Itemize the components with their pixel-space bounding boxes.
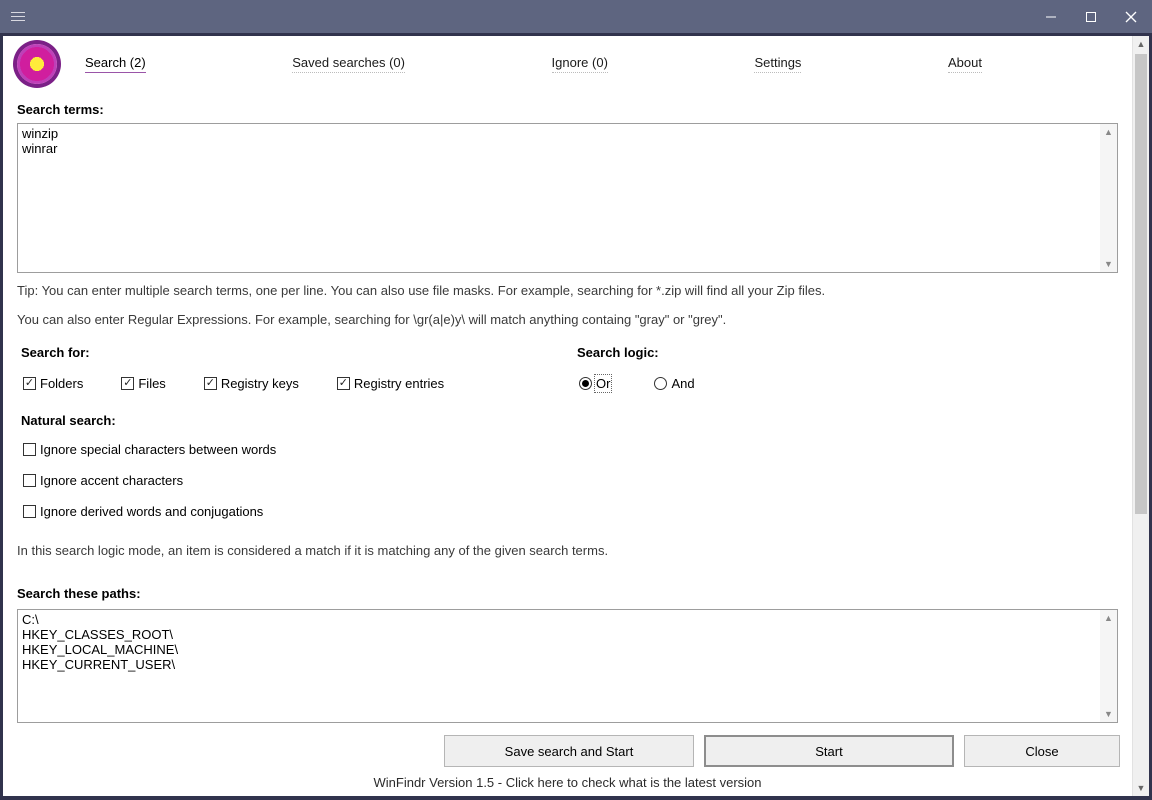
textarea-scrollbar[interactable]: ▲ ▼ [1100,124,1117,272]
title-bar [0,0,1152,33]
search-terms-value: winzip winrar [22,126,58,156]
scroll-down-icon: ▼ [1100,706,1117,722]
tab-about[interactable]: About [948,55,982,73]
checkbox-label: Ignore special characters between words [40,442,276,457]
checkbox-registry-keys[interactable]: Registry keys [204,376,299,391]
scroll-up-icon: ▲ [1133,36,1149,52]
search-terms-label: Search terms: [17,102,1118,117]
scrollbar-thumb[interactable] [1135,54,1147,514]
search-paths-label: Search these paths: [17,586,1118,601]
search-paths-input[interactable]: C:\ HKEY_CLASSES_ROOT\ HKEY_LOCAL_MACHIN… [17,609,1118,723]
natural-search-label: Natural search: [21,413,1118,428]
scroll-down-icon: ▼ [1100,256,1117,272]
app-logo [17,44,57,84]
scroll-up-icon: ▲ [1100,124,1117,140]
search-paths-wrap: C:\ HKEY_CLASSES_ROOT\ HKEY_LOCAL_MACHIN… [17,609,1118,723]
window-controls [1033,2,1149,32]
checkbox-icon [204,377,217,390]
search-logic-label: Search logic: [573,345,1118,360]
tab-saved-searches[interactable]: Saved searches (0) [292,55,405,73]
hamburger-icon [11,12,25,21]
checkbox-icon [23,377,36,390]
logic-note: In this search logic mode, an item is co… [17,543,1118,558]
footer-buttons: Save search and Start Start Close [3,728,1132,771]
tab-bar: Search (2) Saved searches (0) Ignore (0)… [85,55,982,73]
close-window-button[interactable] [1113,2,1149,32]
page-scrollbar[interactable]: ▲ ▼ [1132,36,1149,796]
menu-button[interactable] [3,2,33,32]
checkbox-ignore-accent[interactable]: Ignore accent characters [23,473,1118,488]
checkbox-files[interactable]: Files [121,376,165,391]
search-paths-value: C:\ HKEY_CLASSES_ROOT\ HKEY_LOCAL_MACHIN… [22,612,178,672]
checkbox-label: Files [138,376,165,391]
close-button[interactable]: Close [964,735,1120,767]
checkbox-label: Registry keys [221,376,299,391]
radio-icon [654,377,667,390]
checkbox-label: Ignore derived words and conjugations [40,504,263,519]
search-terms-input[interactable]: winzip winrar ▲ ▼ [17,123,1118,273]
radio-label: Or [596,376,610,391]
radio-icon [579,377,592,390]
checkbox-icon [337,377,350,390]
search-logic-options: Or And [573,376,1118,391]
version-link[interactable]: WinFindr Version 1.5 - Click here to che… [3,771,1132,796]
maximize-button[interactable] [1073,2,1109,32]
tab-search[interactable]: Search (2) [85,55,146,73]
scroll-down-icon: ▼ [1133,780,1149,796]
textarea-scrollbar[interactable]: ▲ ▼ [1100,610,1117,722]
scroll-up-icon: ▲ [1100,610,1117,626]
search-for-label: Search for: [17,345,573,360]
natural-search-section: Natural search: Ignore special character… [17,413,1118,519]
checkbox-label: Registry entries [354,376,444,391]
options-row: Search for: Folders Files Registry keys … [17,345,1118,391]
minimize-button[interactable] [1033,2,1069,32]
checkbox-ignore-special[interactable]: Ignore special characters between words [23,442,1118,457]
content: Search (2) Saved searches (0) Ignore (0)… [3,36,1149,796]
checkbox-icon [23,474,36,487]
checkbox-folders[interactable]: Folders [23,376,83,391]
start-button[interactable]: Start [704,735,954,767]
checkbox-label: Ignore accent characters [40,473,183,488]
checkbox-icon [121,377,134,390]
page-body: Search terms: winzip winrar ▲ ▼ Tip: You… [3,92,1132,728]
checkbox-registry-entries[interactable]: Registry entries [337,376,444,391]
header: Search (2) Saved searches (0) Ignore (0)… [3,36,1132,92]
save-search-and-start-button[interactable]: Save search and Start [444,735,694,767]
tab-settings[interactable]: Settings [754,55,801,73]
radio-and[interactable]: And [654,376,694,391]
radio-label: And [671,376,694,391]
radio-or[interactable]: Or [579,376,610,391]
search-terms-wrap: winzip winrar ▲ ▼ [17,123,1118,273]
tab-ignore[interactable]: Ignore (0) [552,55,608,73]
checkbox-ignore-derived[interactable]: Ignore derived words and conjugations [23,504,1118,519]
tip-line-1: Tip: You can enter multiple search terms… [17,283,1118,298]
checkbox-icon [23,505,36,518]
checkbox-icon [23,443,36,456]
checkbox-label: Folders [40,376,83,391]
search-for-options: Folders Files Registry keys Registry ent… [17,376,573,391]
tip-line-2: You can also enter Regular Expressions. … [17,312,1118,327]
